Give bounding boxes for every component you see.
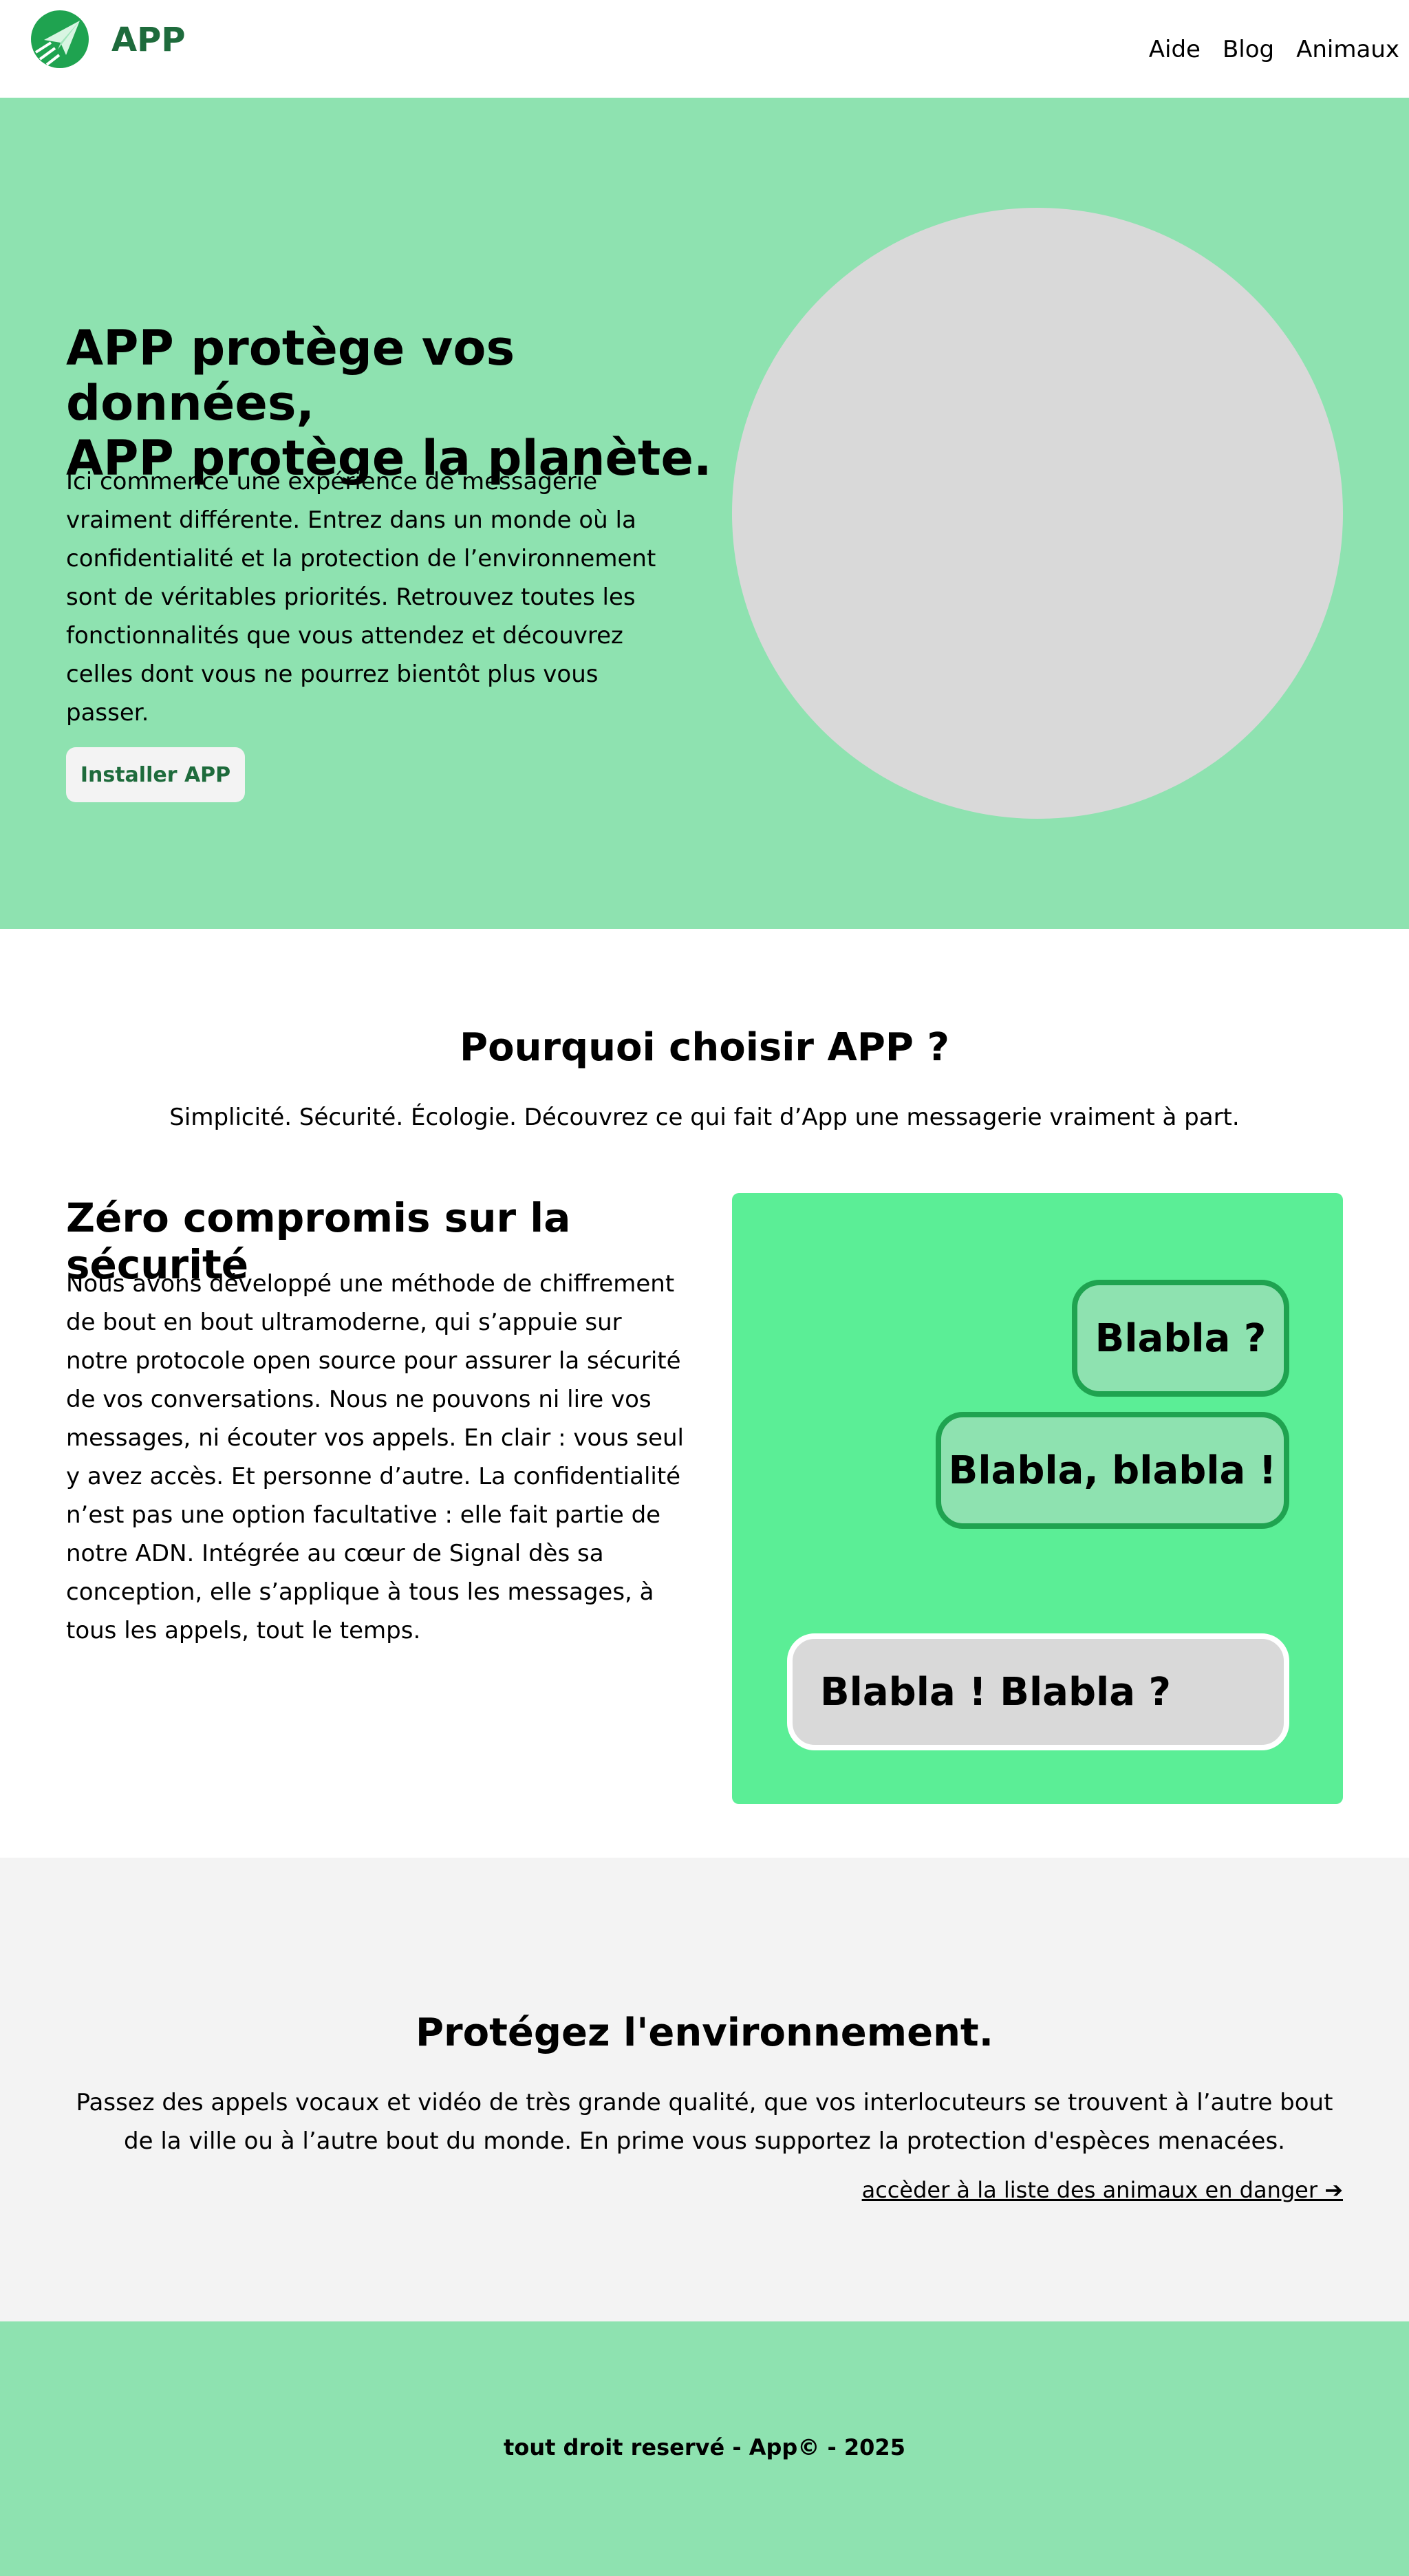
main-nav: Aide Blog Animaux [1149, 36, 1399, 63]
hero-title-line-1: APP protège vos données, [66, 320, 515, 431]
nav-link-animaux[interactable]: Animaux [1296, 36, 1399, 63]
hero-description: Ici commence une expérience de messageri… [66, 468, 656, 727]
why-subtitle: Simplicité. Sécurité. Écologie. Découvre… [169, 1104, 1240, 1131]
copyright-text: tout droit reservé - App© - 2025 [504, 2434, 905, 2460]
why-title: Pourquoi choisir APP ? [460, 1025, 949, 1070]
environment-title: Protégez l'environnement. [416, 2010, 993, 2055]
endangered-animals-link[interactable]: accèder à la liste des animaux en danger… [862, 2177, 1343, 2203]
chat-bubble-incoming: Blabla ! Blabla ? [787, 1633, 1289, 1750]
install-app-button[interactable]: Installer APP [66, 747, 245, 802]
environment-section: Protégez l'environnement. Passez des app… [0, 1858, 1409, 2321]
chat-bubble-outgoing: Blabla, blabla ! [936, 1412, 1289, 1529]
nav-link-blog[interactable]: Blog [1223, 36, 1274, 63]
hero-section: APP protège vos données, APP protège la … [0, 98, 1409, 929]
chat-bubble-outgoing: Blabla ? [1072, 1280, 1289, 1397]
chat-illustration: Blabla ? Blabla, blabla ! Blabla ! Blabl… [732, 1193, 1343, 1804]
paper-plane-icon[interactable] [30, 10, 89, 69]
security-description: Nous avons développé une méthode de chif… [66, 1270, 684, 1644]
hero-title: APP protège vos données, APP protège la … [66, 321, 720, 486]
hero-image-placeholder [732, 208, 1343, 819]
site-header: APP Aide Blog Animaux [0, 0, 1409, 98]
brand-name[interactable]: APP [111, 21, 186, 59]
nav-link-aide[interactable]: Aide [1149, 36, 1201, 63]
site-footer: tout droit reservé - App© - 2025 [0, 2321, 1409, 2576]
environment-description: Passez des appels vocaux et vidéo de trè… [76, 2089, 1333, 2155]
